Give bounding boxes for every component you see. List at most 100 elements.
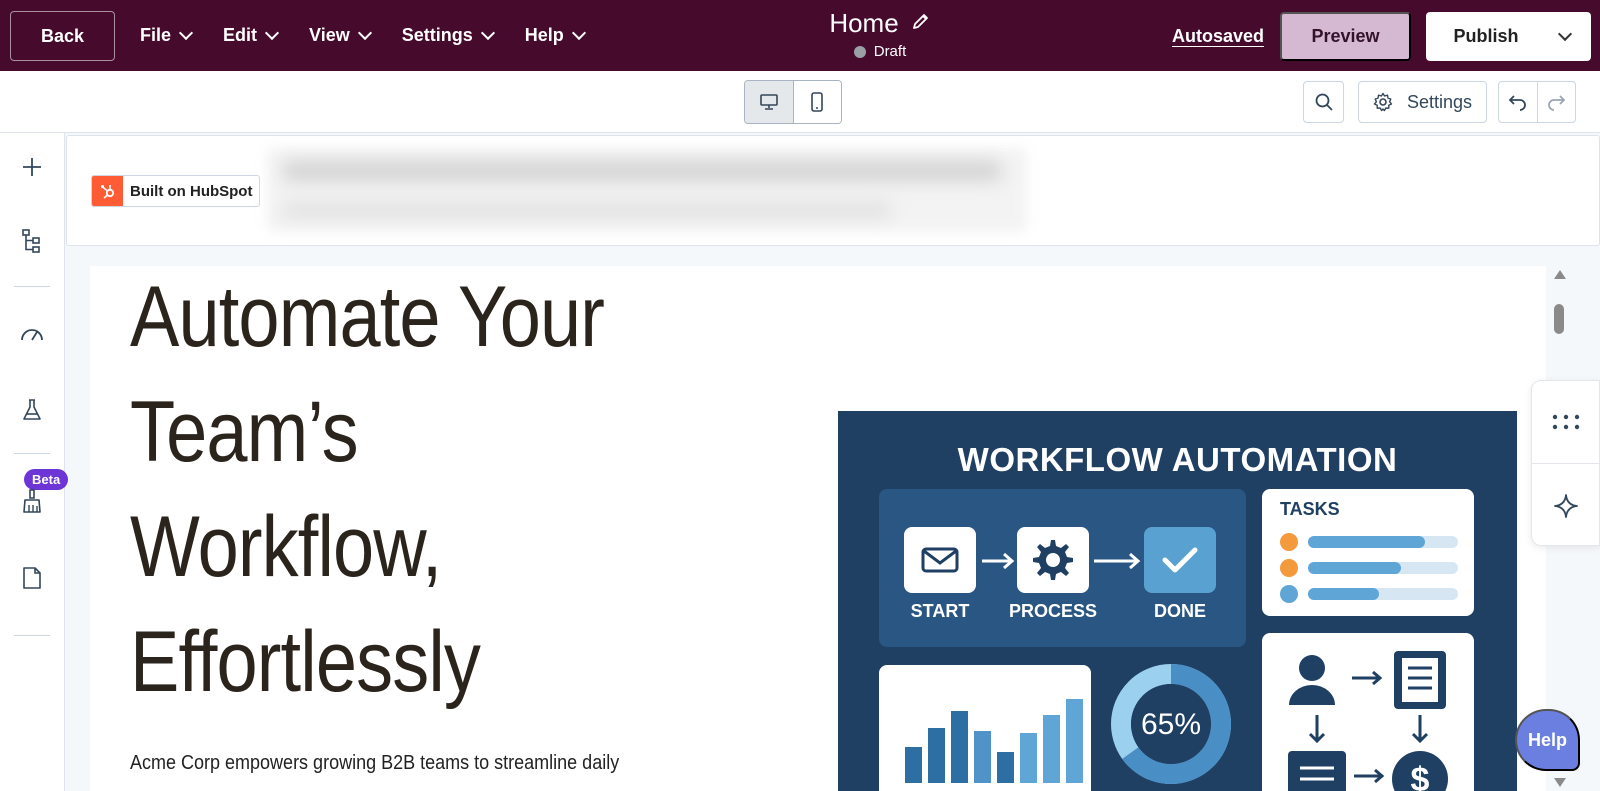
speedometer-icon[interactable] bbox=[16, 317, 48, 349]
site-header-preview[interactable]: Built on HubSpot bbox=[66, 135, 1600, 246]
illustration-bar bbox=[905, 746, 922, 783]
publish-button[interactable]: Publish bbox=[1426, 12, 1591, 61]
illustration-bar bbox=[997, 751, 1014, 783]
task-progress-track bbox=[1308, 536, 1458, 548]
hero-title-line: Team’s bbox=[130, 384, 359, 480]
undo-button[interactable] bbox=[1499, 82, 1538, 122]
layers-tree-icon[interactable] bbox=[16, 225, 48, 257]
editor-toolbar: Settings bbox=[0, 71, 1600, 133]
pencil-icon[interactable] bbox=[911, 11, 931, 36]
menu-label: Settings bbox=[401, 25, 473, 45]
back-button[interactable]: Back bbox=[10, 11, 115, 61]
menu-help[interactable]: Help bbox=[524, 25, 586, 46]
task-progress-track bbox=[1308, 562, 1458, 574]
envelope-icon bbox=[921, 547, 959, 573]
workflow-step-process bbox=[1017, 527, 1089, 593]
workflow-step-done bbox=[1144, 527, 1216, 593]
arrow-down-icon bbox=[1308, 715, 1326, 744]
preview-button[interactable]: Preview bbox=[1280, 12, 1411, 61]
add-icon[interactable] bbox=[16, 151, 48, 183]
status-badge: Draft bbox=[873, 43, 907, 60]
illustration-bar bbox=[1020, 732, 1037, 783]
undo-redo-group bbox=[1498, 81, 1576, 123]
blurred-header-line bbox=[282, 202, 892, 218]
illustration-bar bbox=[1066, 699, 1083, 783]
desktop-icon bbox=[759, 94, 778, 110]
arrow-right-icon bbox=[1094, 552, 1141, 570]
chevron-down-icon bbox=[178, 25, 194, 41]
gear-icon bbox=[1033, 540, 1073, 580]
checkmark-icon bbox=[1162, 547, 1198, 573]
mobile-view-button[interactable] bbox=[793, 81, 841, 123]
redo-icon bbox=[1548, 95, 1566, 111]
tasks-title: TASKS bbox=[1280, 499, 1340, 519]
left-sidebar: Beta bbox=[0, 133, 69, 791]
device-toggle bbox=[744, 80, 842, 124]
chevron-down-icon[interactable] bbox=[1557, 26, 1573, 41]
scroll-down-icon[interactable] bbox=[1554, 778, 1566, 787]
status-dot-icon bbox=[853, 45, 866, 58]
task-progress-fill bbox=[1308, 588, 1379, 600]
hero-title-line: Automate Your bbox=[130, 269, 605, 365]
task-progress-fill bbox=[1308, 562, 1401, 574]
hero-title[interactable]: Automate Your Team’s Workflow, Effortles… bbox=[130, 266, 680, 720]
task-status-dot bbox=[1280, 585, 1298, 603]
menu-edit[interactable]: Edit bbox=[223, 25, 280, 46]
person-icon bbox=[1299, 655, 1325, 681]
menu-label: View bbox=[309, 25, 350, 45]
drag-handle-button[interactable] bbox=[1532, 381, 1599, 464]
chevron-down-icon bbox=[571, 25, 586, 41]
illustration-title: WORKFLOW AUTOMATION bbox=[957, 441, 1398, 478]
menu-settings[interactable]: Settings bbox=[401, 25, 495, 46]
arrow-right-icon bbox=[1354, 768, 1385, 784]
menu-label: Edit bbox=[223, 25, 258, 45]
search-icon bbox=[1315, 93, 1333, 111]
workflow-illustration[interactable]: WORKFLOW AUTOMATION START PROCESS DONE T… bbox=[838, 411, 1517, 791]
autosaved-link[interactable]: Autosaved bbox=[1172, 26, 1264, 47]
ai-assistant-button[interactable] bbox=[1532, 464, 1599, 547]
illustration-bar bbox=[1043, 714, 1060, 783]
flask-icon[interactable] bbox=[16, 394, 48, 426]
task-status-dot bbox=[1280, 533, 1298, 551]
redo-button[interactable] bbox=[1538, 82, 1576, 122]
scroll-thumb[interactable] bbox=[1554, 304, 1564, 334]
task-row bbox=[1280, 533, 1458, 551]
desktop-view-button[interactable] bbox=[745, 81, 794, 123]
hero-title-line: Workflow, bbox=[130, 499, 442, 595]
hubspot-logo-icon bbox=[92, 176, 123, 206]
menu-view[interactable]: View bbox=[309, 25, 372, 46]
task-status-dot bbox=[1280, 559, 1298, 577]
help-button[interactable]: Help bbox=[1515, 709, 1580, 771]
hubspot-badge[interactable]: Built on HubSpot bbox=[91, 175, 261, 207]
sparkle-icon bbox=[1553, 493, 1578, 518]
gear-icon bbox=[1373, 92, 1393, 112]
workflow-step-label: DONE bbox=[1153, 601, 1206, 621]
undo-icon bbox=[1508, 95, 1526, 111]
bar-chart-card bbox=[879, 665, 1091, 791]
menu-label: Help bbox=[524, 25, 564, 45]
publish-label: Publish bbox=[1453, 26, 1519, 46]
menu-file[interactable]: File bbox=[140, 25, 194, 46]
donut-chart: 65% bbox=[1111, 664, 1231, 784]
floating-tools-panel bbox=[1531, 380, 1600, 546]
illustration-bar bbox=[974, 730, 991, 783]
illustration-bar bbox=[928, 727, 945, 783]
settings-label: Settings bbox=[1406, 91, 1473, 112]
page-title: Home bbox=[829, 8, 899, 38]
workflow-step-label: PROCESS bbox=[1008, 601, 1098, 621]
workflow-step-label: START bbox=[910, 601, 970, 621]
svg-text:$: $ bbox=[1411, 761, 1430, 791]
arrow-right-icon bbox=[1352, 670, 1383, 686]
workflow-steps-panel: START PROCESS DONE bbox=[879, 489, 1246, 647]
scroll-up-icon[interactable] bbox=[1554, 270, 1566, 279]
document-icon bbox=[1288, 751, 1346, 791]
hero-subtitle[interactable]: Acme Corp empowers growing B2B teams to … bbox=[130, 752, 619, 775]
search-button[interactable] bbox=[1303, 81, 1344, 123]
brush-icon[interactable] bbox=[16, 485, 48, 517]
main-menu: File Edit View Settings Help bbox=[140, 0, 616, 71]
sidebar-divider bbox=[14, 635, 50, 636]
workflow-step-start bbox=[904, 527, 976, 593]
page-icon[interactable] bbox=[16, 562, 48, 594]
task-progress-fill bbox=[1308, 536, 1425, 548]
settings-button[interactable]: Settings bbox=[1358, 81, 1487, 123]
